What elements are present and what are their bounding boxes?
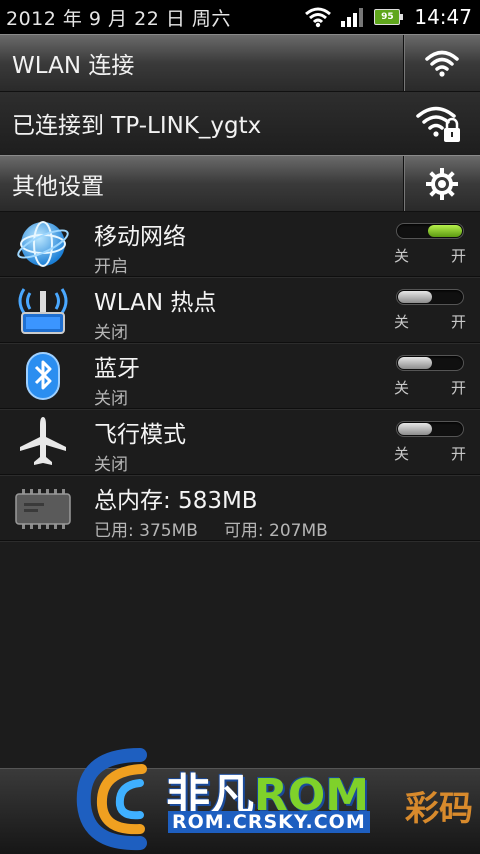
storage-used: 已用: 375MB bbox=[94, 521, 198, 541]
gear-icon bbox=[426, 167, 458, 200]
hotspot-icon bbox=[18, 288, 68, 334]
toggle-on-label: 开 bbox=[450, 379, 466, 397]
status-time: 14:47 bbox=[414, 5, 472, 29]
wlan-hotspot-title: WLAN 热点 bbox=[94, 290, 217, 316]
toggle-on-label: 开 bbox=[450, 313, 466, 331]
toggle-off-label: 关 bbox=[394, 247, 410, 265]
status-icons: 95 14:47 bbox=[304, 0, 472, 34]
storage-available: 可用: 207MB bbox=[223, 521, 328, 541]
storage-details: 已用: 375MB 可用: 207MB bbox=[94, 516, 354, 541]
storage-total: 总内存: 583MB bbox=[94, 488, 258, 514]
bluetooth-status: 关闭 bbox=[94, 389, 128, 409]
globe-icon bbox=[17, 221, 69, 267]
watermark-right-text: 彩码 bbox=[405, 789, 473, 829]
toggle-off-label: 关 bbox=[394, 313, 410, 331]
toggle-knob bbox=[398, 423, 432, 435]
airplane-mode-title: 飞行模式 bbox=[94, 422, 186, 448]
toggle-labels: 关 开 bbox=[394, 311, 466, 332]
bluetooth-toggle[interactable] bbox=[396, 355, 464, 371]
other-settings-title: 其他设置 bbox=[12, 173, 104, 200]
toggle-on-label: 开 bbox=[450, 247, 466, 265]
toggle-on-label: 开 bbox=[450, 445, 466, 463]
toggle-knob bbox=[398, 357, 432, 369]
wlan-connection-text: 已连接到 TP-LINK_ygtx bbox=[12, 113, 262, 139]
toggle-labels: 关 开 bbox=[394, 245, 466, 266]
wifi-lock-icon bbox=[416, 106, 460, 142]
watermark-logo: 非凡ROM ROM.CRSKY.COM 彩码 bbox=[70, 745, 480, 853]
mobile-network-status: 开启 bbox=[94, 257, 128, 277]
wlan-header-title: WLAN 连接 bbox=[12, 53, 135, 79]
watermark-url: ROM.CRSKY.COM bbox=[168, 811, 370, 833]
list-item-bluetooth[interactable]: 蓝牙 关闭 关 开 bbox=[0, 343, 480, 409]
toggle-labels: 关 开 bbox=[394, 377, 466, 398]
toggle-off-label: 关 bbox=[394, 379, 410, 397]
airplane-icon bbox=[20, 417, 66, 465]
other-settings-header[interactable]: 其他设置 bbox=[0, 155, 480, 212]
airplane-mode-status: 关闭 bbox=[94, 455, 128, 475]
wifi-icon bbox=[425, 50, 459, 77]
settings-list: 移动网络 开启 关 开 WLAN 热点 关闭 关 开 蓝牙 关闭 关 开 飞行模… bbox=[0, 211, 480, 541]
wifi-status-icon bbox=[305, 7, 332, 28]
airplane-mode-toggle[interactable] bbox=[396, 421, 464, 437]
battery-icon: 95 bbox=[374, 9, 404, 25]
mobile-network-toggle[interactable] bbox=[396, 223, 464, 239]
wlan-connection-row[interactable]: 已连接到 TP-LINK_ygtx bbox=[0, 92, 480, 154]
wlan-header[interactable]: WLAN 连接 bbox=[0, 34, 480, 92]
settings-button[interactable] bbox=[403, 156, 480, 211]
toggle-knob bbox=[398, 291, 432, 303]
list-item-mobile-network[interactable]: 移动网络 开启 关 开 bbox=[0, 211, 480, 277]
status-bar: 2012 年 9 月 22 日 周六 95 14:47 bbox=[0, 0, 480, 34]
signal-icon bbox=[341, 8, 364, 27]
status-date: 2012 年 9 月 22 日 周六 bbox=[6, 7, 231, 30]
wlan-hotspot-status: 关闭 bbox=[94, 323, 128, 343]
list-item-airplane-mode[interactable]: 飞行模式 关闭 关 开 bbox=[0, 409, 480, 475]
toggle-off-label: 关 bbox=[394, 445, 410, 463]
wlan-hotspot-toggle[interactable] bbox=[396, 289, 464, 305]
memory-chip-icon bbox=[15, 489, 71, 529]
mobile-network-title: 移动网络 bbox=[94, 224, 186, 250]
toggle-labels: 关 开 bbox=[394, 443, 466, 464]
bluetooth-title: 蓝牙 bbox=[94, 356, 140, 382]
wlan-settings-button[interactable] bbox=[403, 35, 480, 91]
toggle-knob bbox=[428, 225, 462, 237]
swirl-logo-icon bbox=[76, 748, 147, 851]
list-item-storage[interactable]: 总内存: 583MB 已用: 375MB 可用: 207MB bbox=[0, 475, 480, 541]
battery-level: 95 bbox=[381, 12, 394, 22]
bluetooth-icon bbox=[26, 352, 60, 400]
list-item-wlan-hotspot[interactable]: WLAN 热点 关闭 关 开 bbox=[0, 277, 480, 343]
